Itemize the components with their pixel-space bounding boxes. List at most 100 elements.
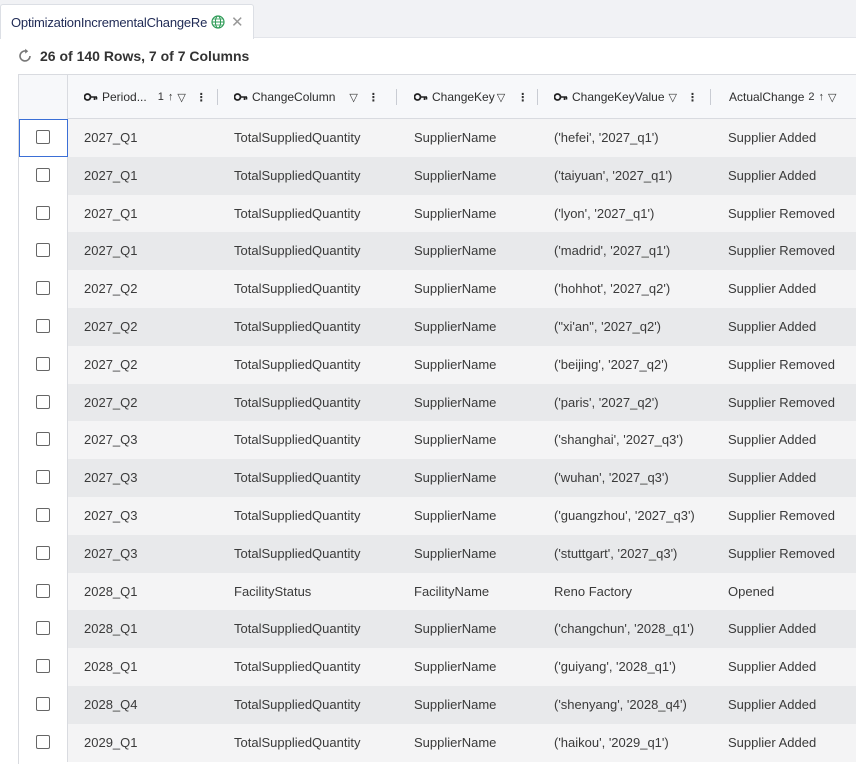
row-checkbox[interactable] [36, 508, 50, 522]
cell-actual-change[interactable]: Supplier Added [728, 157, 816, 195]
column-menu-icon[interactable]: ⋮ [687, 91, 698, 104]
cell-change-key[interactable]: SupplierName [414, 459, 496, 497]
column-header-period[interactable]: Period... 1 ↑ ▽ ⋮ [84, 75, 219, 119]
cell-change-key[interactable]: SupplierName [414, 421, 496, 459]
cell-change-column[interactable]: TotalSuppliedQuantity [234, 195, 360, 233]
column-header-actual-change[interactable]: ActualChange 2 ↑ ▽ [729, 75, 856, 119]
row-selector[interactable] [19, 534, 68, 573]
row-checkbox[interactable] [36, 167, 50, 182]
column-header-change-key-value[interactable]: ChangeKeyValue ▽ ⋮ [554, 75, 714, 119]
row-selector[interactable] [19, 648, 68, 687]
cell-change-column[interactable]: TotalSuppliedQuantity [234, 384, 360, 422]
cell-period[interactable]: 2027_Q2 [84, 270, 138, 308]
cell-actual-change[interactable]: Supplier Added [728, 724, 816, 762]
row-selector[interactable] [19, 345, 68, 384]
cell-change-key-value[interactable]: ('hohhot', '2027_q2') [554, 270, 670, 308]
cell-change-column[interactable]: TotalSuppliedQuantity [234, 157, 360, 195]
table-row[interactable]: 2028_Q1 FacilityStatus FacilityName Reno Fa… [19, 572, 856, 611]
table-row[interactable]: 2027_Q3 TotalSuppliedQuantity SupplierName… [19, 497, 856, 535]
cell-change-key[interactable]: SupplierName [414, 384, 496, 422]
table-row[interactable]: 2027_Q3 TotalSuppliedQuantity SupplierName… [19, 421, 856, 460]
cell-actual-change[interactable]: Supplier Removed [728, 195, 835, 233]
table-row[interactable]: 2027_Q2 TotalSuppliedQuantity SupplierName… [19, 383, 856, 422]
select-all-header[interactable] [19, 75, 68, 119]
cell-actual-change[interactable]: Supplier Removed [728, 384, 835, 422]
row-checkbox[interactable] [36, 659, 50, 674]
cell-change-key[interactable]: FacilityName [414, 573, 489, 611]
cell-change-key[interactable]: SupplierName [414, 724, 496, 762]
column-header-change-key[interactable]: ChangeKey ▽ ⋮ [414, 75, 544, 119]
cell-actual-change[interactable]: Supplier Added [728, 270, 816, 308]
row-selector[interactable] [19, 232, 68, 271]
table-row[interactable]: 2027_Q2 TotalSuppliedQuantity SupplierName… [19, 308, 856, 346]
column-divider[interactable] [537, 89, 538, 105]
table-row[interactable]: 2027_Q2 TotalSuppliedQuantity SupplierName… [19, 345, 856, 384]
column-menu-icon[interactable]: ⋮ [196, 91, 207, 104]
row-checkbox[interactable] [36, 432, 50, 447]
cell-actual-change[interactable]: Supplier Removed [728, 497, 835, 535]
column-divider[interactable] [217, 89, 218, 105]
cell-period[interactable]: 2027_Q3 [84, 535, 138, 573]
cell-change-key-value[interactable]: ('stuttgart', '2027_q3') [554, 535, 677, 573]
column-menu-icon[interactable]: ⋮ [368, 91, 379, 104]
table-row[interactable]: 2028_Q4 TotalSuppliedQuantity SupplierName… [19, 686, 856, 724]
cell-period[interactable]: 2028_Q1 [84, 648, 138, 686]
cell-period[interactable]: 2028_Q1 [84, 610, 138, 648]
row-selector[interactable] [19, 497, 68, 535]
cell-period[interactable]: 2027_Q2 [84, 384, 138, 422]
cell-change-key[interactable]: SupplierName [414, 308, 496, 346]
cell-change-key[interactable]: SupplierName [414, 157, 496, 195]
column-divider[interactable] [396, 89, 397, 105]
cell-change-key-value[interactable]: ('lyon', '2027_q1') [554, 195, 654, 233]
cell-change-column[interactable]: TotalSuppliedQuantity [234, 648, 360, 686]
cell-period[interactable]: 2027_Q3 [84, 497, 138, 535]
cell-change-key-value[interactable]: ('guangzhou', '2027_q3') [554, 497, 695, 535]
cell-change-key[interactable]: SupplierName [414, 232, 496, 270]
cell-actual-change[interactable]: Supplier Removed [728, 535, 835, 573]
cell-change-key[interactable]: SupplierName [414, 119, 496, 157]
cell-change-column[interactable]: TotalSuppliedQuantity [234, 497, 360, 535]
cell-change-key-value[interactable]: ('beijing', '2027_q2') [554, 346, 668, 384]
row-selector[interactable] [19, 383, 68, 422]
tab-optimization-incremental-change[interactable]: OptimizationIncrementalChangeRe ✕ [0, 4, 254, 39]
cell-period[interactable]: 2029_Q1 [84, 724, 138, 762]
cell-change-key[interactable]: SupplierName [414, 686, 496, 724]
cell-actual-change[interactable]: Supplier Added [728, 610, 816, 648]
cell-change-key-value[interactable]: ('guiyang', '2028_q1') [554, 648, 676, 686]
sort-ascending-icon[interactable]: ↑ [168, 91, 174, 103]
cell-change-key-value[interactable]: ("xi'an", '2027_q2') [554, 308, 661, 346]
row-selector[interactable] [19, 119, 68, 157]
cell-period[interactable]: 2028_Q4 [84, 686, 138, 724]
row-checkbox[interactable] [36, 697, 50, 711]
row-selector[interactable] [19, 421, 68, 460]
cell-change-column[interactable]: TotalSuppliedQuantity [234, 459, 360, 497]
cell-change-column[interactable]: TotalSuppliedQuantity [234, 686, 360, 724]
cell-change-key[interactable]: SupplierName [414, 648, 496, 686]
row-checkbox[interactable] [36, 281, 50, 296]
cell-period[interactable]: 2028_Q1 [84, 573, 138, 611]
cell-actual-change[interactable]: Supplier Added [728, 119, 816, 157]
table-row[interactable]: 2027_Q2 TotalSuppliedQuantity SupplierName… [19, 270, 856, 309]
cell-actual-change[interactable]: Supplier Added [728, 648, 816, 686]
row-checkbox[interactable] [36, 394, 50, 409]
table-row[interactable]: 2027_Q1 TotalSuppliedQuantity SupplierName… [19, 194, 856, 233]
cell-change-key[interactable]: SupplierName [414, 346, 496, 384]
cell-period[interactable]: 2027_Q1 [84, 157, 138, 195]
column-divider[interactable] [710, 89, 711, 105]
cell-change-key-value[interactable]: ('shanghai', '2027_q3') [554, 421, 683, 459]
cell-change-key-value[interactable]: ('taiyuan', '2027_q1') [554, 157, 672, 195]
table-row[interactable]: 2027_Q3 TotalSuppliedQuantity SupplierName… [19, 534, 856, 573]
cell-actual-change[interactable]: Supplier Removed [728, 232, 835, 270]
filter-icon[interactable]: ▽ [177, 91, 185, 104]
row-checkbox[interactable] [36, 545, 50, 560]
cell-period[interactable]: 2027_Q1 [84, 232, 138, 270]
cell-change-key[interactable]: SupplierName [414, 610, 496, 648]
row-selector[interactable] [19, 610, 68, 649]
row-selector[interactable] [19, 686, 68, 724]
cell-period[interactable]: 2027_Q3 [84, 421, 138, 459]
cell-period[interactable]: 2027_Q1 [84, 195, 138, 233]
filter-icon[interactable]: ▽ [349, 91, 357, 104]
filter-icon[interactable]: ▽ [497, 91, 505, 104]
cell-actual-change[interactable]: Supplier Added [728, 421, 816, 459]
row-checkbox[interactable] [36, 583, 50, 598]
